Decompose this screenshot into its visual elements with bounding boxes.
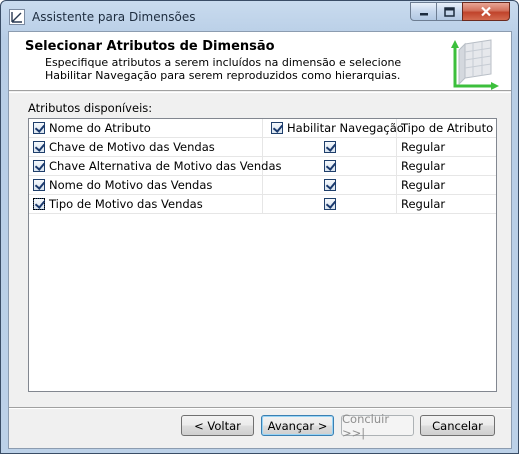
page-title: Selecionar Atributos de Dimensão <box>25 39 275 54</box>
include-attribute-checkbox[interactable] <box>33 198 45 210</box>
attribute-name: Chave de Motivo das Vendas <box>49 140 215 154</box>
include-attribute-checkbox[interactable] <box>33 160 45 172</box>
attribute-type-cell[interactable]: Regular <box>397 195 496 214</box>
footer-divider-highlight <box>9 408 511 409</box>
wizard-window: Assistente para Dimensões Selecionar Atr… <box>0 0 519 454</box>
column-header-type[interactable]: Tipo de Atributo <box>397 119 496 138</box>
description-line-2: Habilitar Navegação para serem reproduzi… <box>45 69 401 82</box>
attribute-name-cell[interactable]: Nome do Motivo das Vendas <box>29 176 263 195</box>
table-row[interactable]: Chave de Motivo das Vendas Regular <box>29 138 496 157</box>
wizard-header: Selecionar Atributos de Dimensão Especif… <box>9 32 511 91</box>
cancel-button[interactable]: Cancelar <box>420 415 495 436</box>
include-attribute-checkbox[interactable] <box>33 179 45 191</box>
attribute-type: Regular <box>401 159 446 173</box>
attributes-grid[interactable]: Nome do Atributo Habilitar Navegação Tip… <box>28 118 497 392</box>
page-description: Especifique atributos a serem incluídos … <box>45 56 415 82</box>
back-button[interactable]: < Voltar <box>181 415 254 436</box>
enable-browse-checkbox[interactable] <box>323 198 336 210</box>
dimension-cube-icon <box>451 39 499 90</box>
header-separator <box>9 92 511 93</box>
title-bar[interactable]: Assistente para Dimensões <box>1 1 518 31</box>
dialog-body: Selecionar Atributos de Dimensão Especif… <box>8 31 512 449</box>
select-all-checkbox[interactable] <box>33 122 45 134</box>
table-row[interactable]: Nome do Motivo das Vendas Regular <box>29 176 496 195</box>
include-attribute-checkbox[interactable] <box>33 141 45 153</box>
attribute-name-cell[interactable]: Chave Alternativa de Motivo das Vendas <box>29 157 281 176</box>
column-header-browse-label: Habilitar Navegação <box>287 121 404 135</box>
column-header-name-label: Nome do Atributo <box>49 121 151 135</box>
attribute-type-cell[interactable]: Regular <box>397 157 496 176</box>
attribute-type-cell[interactable]: Regular <box>397 176 496 195</box>
attribute-name-cell[interactable]: Chave de Motivo das Vendas <box>29 138 263 157</box>
attribute-type: Regular <box>401 178 446 192</box>
attribute-name: Chave Alternativa de Motivo das Vendas <box>49 159 282 173</box>
attribute-name: Nome do Motivo das Vendas <box>49 178 213 192</box>
attribute-type: Regular <box>401 197 446 211</box>
enable-browse-cell[interactable] <box>263 157 397 176</box>
window-title: Assistente para Dimensões <box>32 10 196 24</box>
attribute-type-cell[interactable]: Regular <box>397 138 496 157</box>
enable-browse-cell[interactable] <box>263 138 397 157</box>
maximize-button[interactable] <box>436 2 463 21</box>
finish-button[interactable]: Concluir >>| <box>341 412 414 440</box>
description-line-1: Especifique atributos a serem incluídos … <box>45 56 402 69</box>
table-row[interactable]: Chave Alternativa de Motivo das Vendas R… <box>29 157 496 176</box>
enable-browse-checkbox[interactable] <box>323 141 336 153</box>
wizard-icon <box>9 9 25 25</box>
enable-browse-checkbox[interactable] <box>323 160 336 172</box>
available-attributes-label: Atributos disponíveis: <box>28 101 153 115</box>
attribute-type: Regular <box>401 140 446 154</box>
enable-browse-checkbox[interactable] <box>323 179 336 191</box>
attribute-name-cell[interactable]: Tipo de Motivo das Vendas <box>29 195 263 214</box>
column-header-type-label: Tipo de Atributo <box>401 121 494 135</box>
close-button[interactable] <box>462 2 510 21</box>
minimize-icon <box>419 12 428 15</box>
enable-browse-cell[interactable] <box>263 176 397 195</box>
grid-header-row: Nome do Atributo Habilitar Navegação Tip… <box>29 119 496 138</box>
next-button[interactable]: Avançar > <box>261 415 334 436</box>
column-header-browse[interactable]: Habilitar Navegação <box>263 119 404 138</box>
enable-browse-cell[interactable] <box>263 195 397 214</box>
column-header-name[interactable]: Nome do Atributo <box>29 119 263 138</box>
table-row[interactable]: Tipo de Motivo das Vendas Regular <box>29 195 496 214</box>
maximize-icon <box>444 6 455 17</box>
minimize-button[interactable] <box>410 2 437 21</box>
close-icon <box>481 6 491 17</box>
attribute-name: Tipo de Motivo das Vendas <box>49 197 203 211</box>
enable-browse-all-checkbox[interactable] <box>271 122 283 134</box>
